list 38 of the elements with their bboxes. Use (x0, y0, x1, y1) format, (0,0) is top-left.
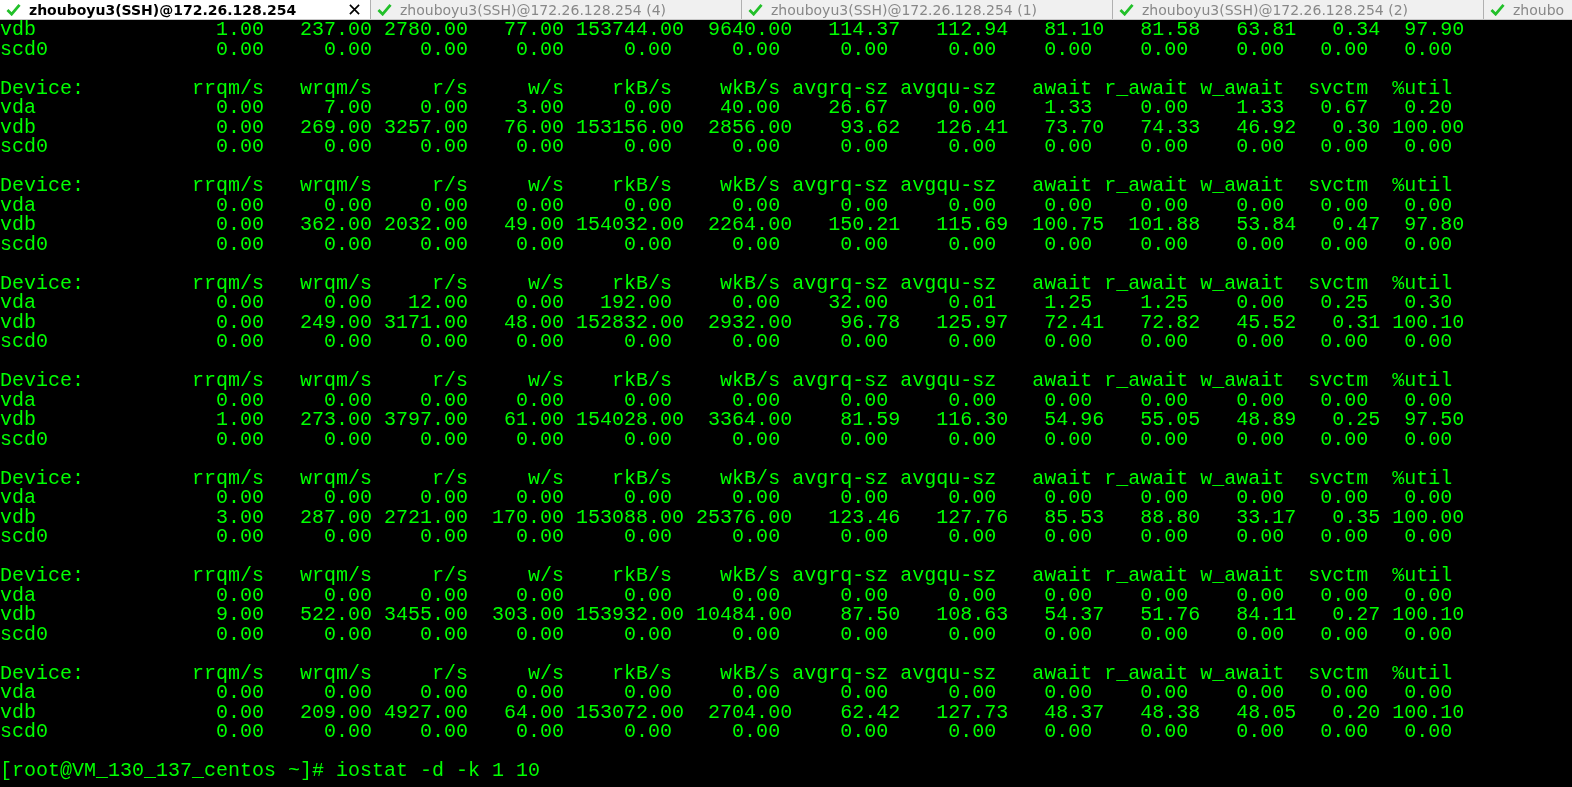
terminal-line: vda 0.00 0.00 12.00 0.00 192.00 0.00 32.00 0.01 1.25 1.25 0.00 0.25 0.30 (0, 293, 1453, 313)
terminal-line: vda 0.00 0.00 0.00 0.00 0.00 0.00 0.00 0.00 0.00 0.00 0.00 0.00 0.00 (0, 585, 1453, 605)
terminal-line: scd0 0.00 0.00 0.00 0.00 0.00 0.00 0.00 0.00 0.00 0.00 0.00 0.00 0.00 (0, 722, 1453, 742)
checkmark-icon (6, 3, 21, 16)
terminal-line: scd0 0.00 0.00 0.00 0.00 0.00 0.00 0.00 0.00 0.00 0.00 0.00 0.00 0.00 (0, 624, 1453, 644)
terminal-header-line: Device: rrqm/s wrqm/s r/s w/s rkB/s wkB/s avgrq-sz avgqu-sz await r_await w_await svctm %util (0, 468, 1453, 488)
terminal-line: scd0 0.00 0.00 0.00 0.00 0.00 0.00 0.00 0.00 0.00 0.00 0.00 0.00 0.00 (0, 39, 1453, 59)
checkmark-icon (1490, 3, 1505, 16)
terminal-line: vdb 0.00 209.00 4927.00 64.00 153072.00 2704.00 62.42 127.73 48.37 48.38 48.05 0.20 100.10 (0, 702, 1465, 722)
terminal-line: vdb 3.00 287.00 2721.00 170.00 153088.00 25376.00 123.46 127.76 85.53 88.80 33.17 0.35 100.00 (0, 507, 1465, 527)
terminal-line: vda 0.00 0.00 0.00 0.00 0.00 0.00 0.00 0.00 0.00 0.00 0.00 0.00 0.00 (0, 488, 1453, 508)
terminal-header-line: Device: rrqm/s wrqm/s r/s w/s rkB/s wkB/s avgrq-sz avgqu-sz await r_await w_await svctm %util (0, 566, 1453, 586)
terminal-line: scd0 0.00 0.00 0.00 0.00 0.00 0.00 0.00 0.00 0.00 0.00 0.00 0.00 0.00 (0, 429, 1453, 449)
tab[interactable]: zhouboyu3(SSH)@172.26.128.254 (0, 0, 371, 19)
terminal-line: vda 0.00 0.00 0.00 0.00 0.00 0.00 0.00 0.00 0.00 0.00 0.00 0.00 0.00 (0, 390, 1453, 410)
terminal-line: vdb 0.00 269.00 3257.00 76.00 153156.00 2856.00 93.62 126.41 73.70 74.33 46.92 0.30 100.00 (0, 117, 1465, 137)
checkmark-icon (377, 3, 392, 16)
terminal-header-line: Device: rrqm/s wrqm/s r/s w/s rkB/s wkB/s avgrq-sz avgqu-sz await r_await w_await svctm %util (0, 371, 1453, 391)
checkmark-icon (1119, 3, 1134, 16)
terminal-line: vdb 0.00 362.00 2032.00 49.00 154032.00 2264.00 150.21 115.69 100.75 101.88 53.84 0.47 97.80 (0, 215, 1465, 235)
terminal-header-line: Device: rrqm/s wrqm/s r/s w/s rkB/s wkB/s avgrq-sz avgqu-sz await r_await w_await svctm %util (0, 78, 1453, 98)
prompt-line: [root@VM_130_137_centos ~]# iostat -d -k 1 10 (0, 761, 541, 781)
terminal-line: vda 0.00 0.00 0.00 0.00 0.00 0.00 0.00 0.00 0.00 0.00 0.00 0.00 0.00 (0, 683, 1453, 703)
terminal-line: scd0 0.00 0.00 0.00 0.00 0.00 0.00 0.00 0.00 0.00 0.00 0.00 0.00 0.00 (0, 234, 1453, 254)
terminal-line: scd0 0.00 0.00 0.00 0.00 0.00 0.00 0.00 0.00 0.00 0.00 0.00 0.00 0.00 (0, 527, 1453, 547)
terminal-header-line: Device: rrqm/s wrqm/s r/s w/s rkB/s wkB/s avgrq-sz avgqu-sz await r_await w_await svctm %util (0, 663, 1453, 683)
terminal-header-line: Device: rrqm/s wrqm/s r/s w/s rkB/s wkB/s avgrq-sz avgqu-sz await r_await w_await svctm %util (0, 176, 1453, 196)
terminal-line: vdb 0.00 249.00 3171.00 48.00 152832.00 2932.00 96.78 125.97 72.41 72.82 45.52 0.31 100.10 (0, 312, 1465, 332)
terminal-line: vdb 9.00 522.00 3455.00 303.00 153932.00 10484.00 87.50 108.63 54.37 51.76 84.11 0.27 100.10 (0, 605, 1465, 625)
terminal-line: vdb 1.00 237.00 2780.00 77.00 153744.00 9640.00 114.37 112.94 81.10 81.58 63.81 0.34 97.90 (0, 20, 1465, 40)
terminal-line: vda 0.00 0.00 0.00 0.00 0.00 0.00 0.00 0.00 0.00 0.00 0.00 0.00 0.00 (0, 195, 1453, 215)
terminal-header-line: Device: rrqm/s wrqm/s r/s w/s rkB/s wkB/s avgrq-sz avgqu-sz await r_await w_await svctm %util (0, 273, 1453, 293)
terminal-line: vda 0.00 7.00 0.00 3.00 0.00 40.00 26.67 0.00 1.33 0.00 1.33 0.67 0.20 (0, 98, 1453, 118)
terminal-line: scd0 0.00 0.00 0.00 0.00 0.00 0.00 0.00 0.00 0.00 0.00 0.00 0.00 0.00 (0, 137, 1453, 157)
terminal-line: scd0 0.00 0.00 0.00 0.00 0.00 0.00 0.00 0.00 0.00 0.00 0.00 0.00 0.00 (0, 332, 1453, 352)
checkmark-icon (748, 3, 763, 16)
close-icon[interactable] (349, 4, 360, 15)
terminal-line: vdb 1.00 273.00 3797.00 61.00 154028.00 3364.00 81.59 116.30 54.96 55.05 48.89 0.25 97.50 (0, 410, 1465, 430)
